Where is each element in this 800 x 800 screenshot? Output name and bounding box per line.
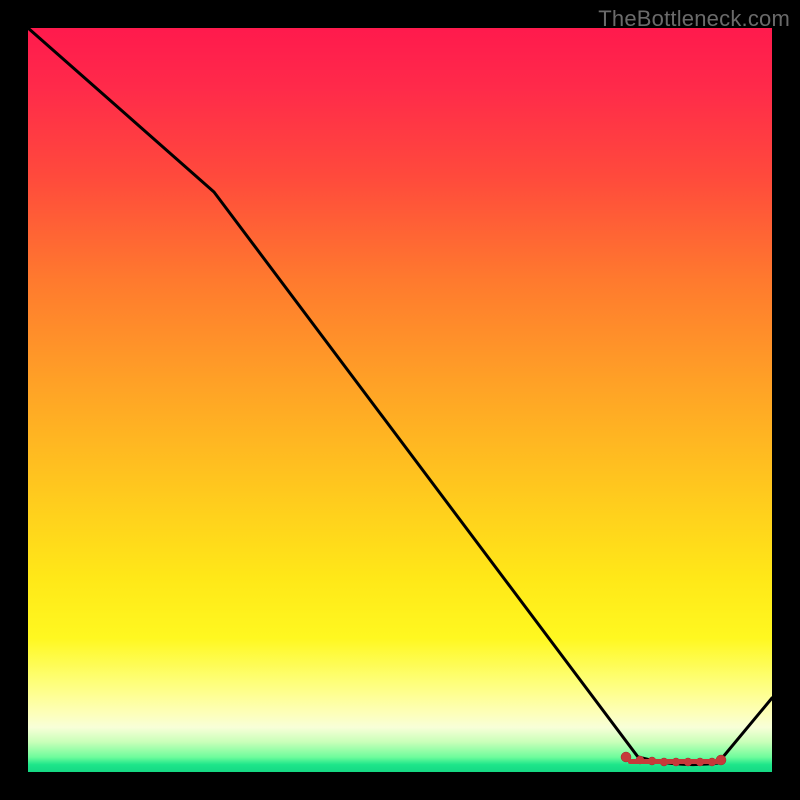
chart-frame: TheBottleneck.com — [0, 0, 800, 800]
bottleneck-line — [28, 28, 772, 765]
curve-layer — [28, 28, 772, 772]
plot-area — [28, 28, 772, 772]
